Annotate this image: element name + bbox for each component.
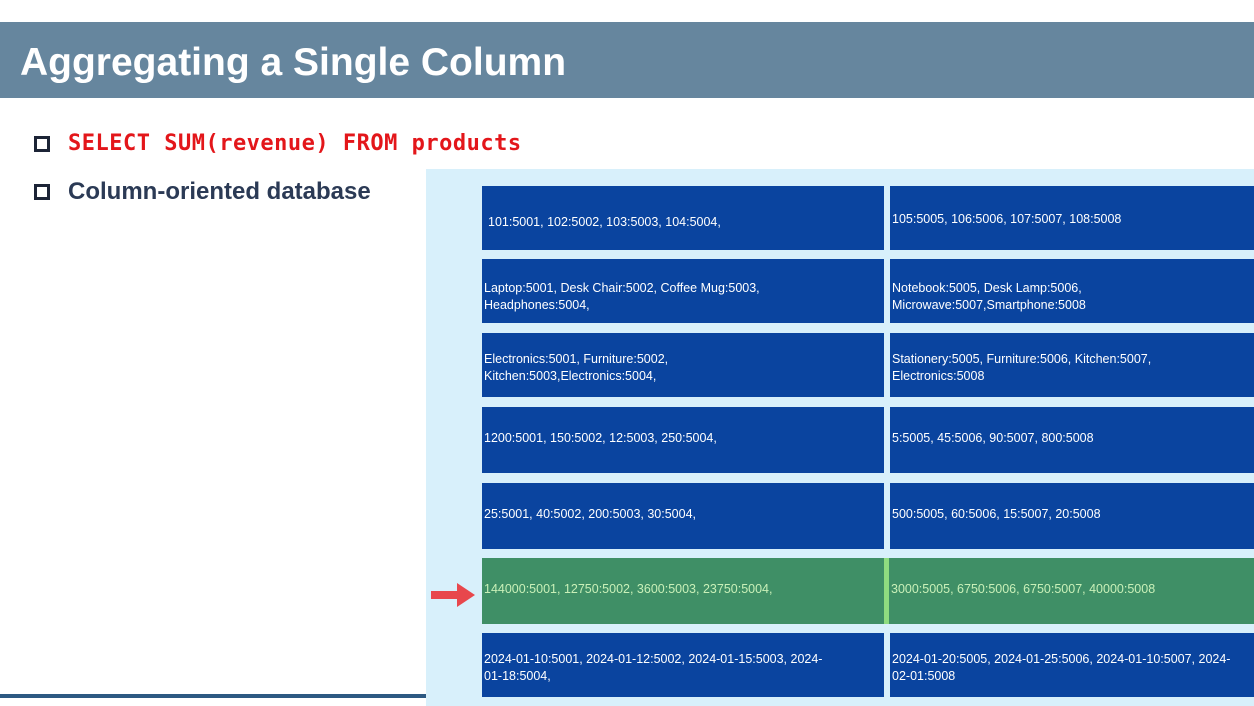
column-block-text: Stationery:5005, Furniture:5006, Kitchen… — [892, 352, 1152, 383]
bullet-square-icon — [34, 184, 50, 200]
column-block: 500:5005, 60:5006, 15:5007, 20:5008 — [890, 483, 1254, 549]
revenue-column-block-highlighted: 3000:5005, 6750:5006, 6750:5007, 40000:5… — [884, 558, 1254, 624]
column-block: 5:5005, 45:5006, 90:5007, 800:5008 — [890, 407, 1254, 473]
column-block-text: 25:5001, 40:5002, 200:5003, 30:5004, — [484, 507, 696, 521]
columns-panel: 101:5001, 102:5002, 103:5003, 104:5004, … — [426, 169, 1254, 706]
column-block-text: Notebook:5005, Desk Lamp:5006, Microwave… — [892, 281, 1086, 312]
column-block-text: 2024-01-20:5005, 2024-01-25:5006, 2024-0… — [892, 652, 1231, 683]
column-block-text: 105:5005, 106:5006, 107:5007, 108:5008 — [892, 212, 1122, 226]
sql-query-text: SELECT SUM(revenue) FROM products — [68, 131, 522, 156]
revenue-column-block-highlighted: 144000:5001, 12750:5002, 3600:5003, 2375… — [482, 558, 884, 624]
column-block-text: 101:5001, 102:5002, 103:5003, 104:5004, — [488, 215, 721, 229]
column-block-text: Electronics:5001, Furniture:5002, Kitche… — [484, 352, 669, 383]
column-block-text: Laptop:5001, Desk Chair:5002, Coffee Mug… — [484, 281, 760, 312]
column-block: 1200:5001, 150:5002, 12:5003, 250:5004, — [482, 407, 884, 473]
column-oriented-label: Column-oriented database — [68, 178, 371, 205]
column-block-text: 144000:5001, 12750:5002, 3600:5003, 2375… — [484, 582, 773, 596]
column-block: 25:5001, 40:5002, 200:5003, 30:5004, — [482, 483, 884, 549]
title-bar: Aggregating a Single Column — [0, 22, 1254, 98]
column-block: Laptop:5001, Desk Chair:5002, Coffee Mug… — [482, 259, 884, 323]
bullet-square-icon — [34, 136, 50, 152]
column-block: Notebook:5005, Desk Lamp:5006, Microwave… — [890, 259, 1254, 323]
column-block-text: 2024-01-10:5001, 2024-01-12:5002, 2024-0… — [484, 652, 823, 683]
column-block: Stationery:5005, Furniture:5006, Kitchen… — [890, 333, 1254, 397]
arrow-right-icon — [431, 583, 475, 607]
column-block: 2024-01-10:5001, 2024-01-12:5002, 2024-0… — [482, 633, 884, 697]
column-block-text: 500:5005, 60:5006, 15:5007, 20:5008 — [892, 507, 1101, 521]
slide-title: Aggregating a Single Column — [20, 41, 567, 84]
column-block: 105:5005, 106:5006, 107:5007, 108:5008 — [890, 186, 1254, 250]
column-block: 101:5001, 102:5002, 103:5003, 104:5004, — [482, 186, 884, 250]
column-block-text: 1200:5001, 150:5002, 12:5003, 250:5004, — [484, 431, 717, 445]
footer-divider — [0, 694, 430, 698]
column-block: Electronics:5001, Furniture:5002, Kitche… — [482, 333, 884, 397]
column-block-text: 5:5005, 45:5006, 90:5007, 800:5008 — [892, 431, 1094, 445]
column-block-text: 3000:5005, 6750:5006, 6750:5007, 40000:5… — [891, 582, 1156, 596]
column-block: 2024-01-20:5005, 2024-01-25:5006, 2024-0… — [890, 633, 1254, 697]
